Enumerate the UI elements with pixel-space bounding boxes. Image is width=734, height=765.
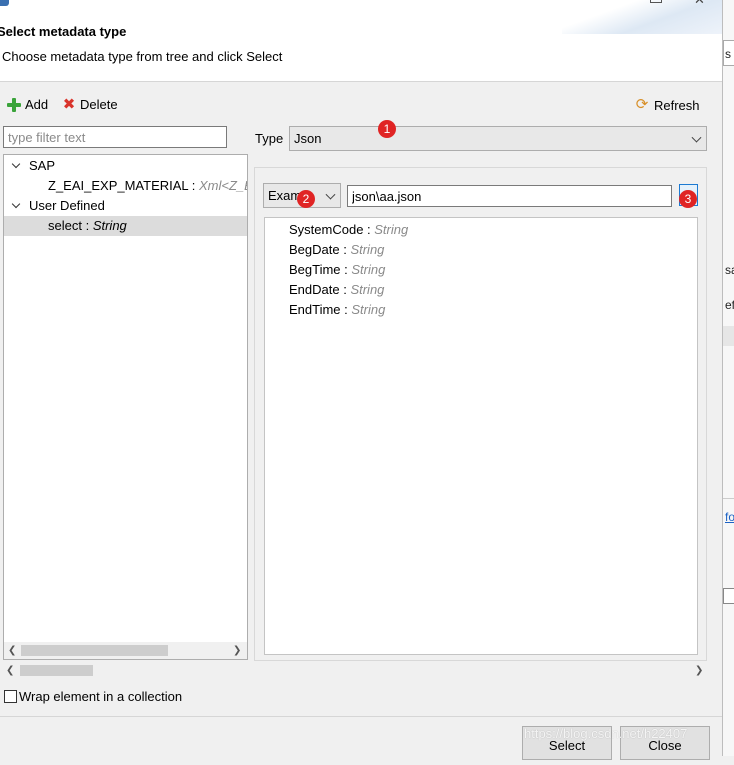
background-text: s [725,47,731,61]
tree-group-sap[interactable]: SAP [4,156,247,176]
tree-item-name: Z_EAI_EXP_MATERIAL [48,178,189,193]
tree-horizontal-scrollbar[interactable]: ❮ ❯ [4,642,247,659]
dialog-subtitle: Choose metadata type from tree and click… [2,49,283,64]
tree-group-label: SAP [29,158,56,173]
property-separator: : [340,302,352,317]
wrap-collection-checkbox[interactable] [4,690,17,703]
scroll-thumb[interactable] [20,665,93,676]
background-text: sa [725,263,734,277]
delete-icon: ✖ [62,95,76,113]
chevron-down-icon [325,189,336,200]
scroll-right-icon[interactable]: ❯ [695,665,703,676]
property-type: String [374,222,409,237]
main-horizontal-scrollbar[interactable]: ❮ ❯ [3,662,707,679]
property-separator: : [340,262,352,277]
chevron-down-icon [11,199,21,209]
property-type: String [350,282,385,297]
scroll-right-icon[interactable]: ❯ [233,645,241,656]
chevron-down-icon [11,159,21,169]
background-link: fo [725,510,734,524]
annotation-badge: 1 [378,120,396,138]
dialog-title: Select metadata type [0,24,127,39]
minimize-icon[interactable] [650,0,662,3]
tree-item-select[interactable]: select : String [4,216,247,236]
watermark: https://blog.csdn.net/h22407 [524,726,688,741]
refresh-button-label: Refresh [654,97,700,113]
type-dropdown[interactable]: Json [289,126,707,151]
property-separator: : [339,282,351,297]
add-button[interactable]: Add [7,97,48,112]
annotation-badge: 2 [297,190,315,208]
tree-item-separator: : [188,178,200,193]
tree-item-type: Xml<Z_EAI_ [199,178,247,193]
property-row[interactable]: EndDate : String [289,280,384,300]
background-window: s sa efe fo [722,0,734,756]
filter-input[interactable] [3,126,227,148]
property-row[interactable]: BegTime : String [289,260,385,280]
delete-button-label: Delete [80,97,118,112]
property-name: BegTime [289,262,341,277]
metadata-tree[interactable]: SAP Z_EAI_EXP_MATERIAL : Xml<Z_EAI_ User… [3,154,248,660]
property-name: EndDate [289,282,340,297]
refresh-icon: ⟳ [635,96,649,113]
scroll-thumb[interactable] [21,645,168,656]
property-name: BegDate [289,242,340,257]
annotation-badge: 3 [679,190,697,208]
scroll-left-icon[interactable]: ❮ [6,665,14,676]
dialog-header: ✕ Select metadata type Choose metadata t… [0,0,722,82]
delete-button[interactable]: ✖ Delete [62,95,118,113]
property-separator: : [363,222,375,237]
tree-group-label: User Defined [29,198,105,213]
tree-item-separator: : [81,218,93,233]
property-row[interactable]: SystemCode : String [289,220,408,240]
tree-item-name: select [48,218,82,233]
tree-group-user-defined[interactable]: User Defined [4,196,247,216]
source-path-input[interactable] [347,185,672,207]
background-text: efe [725,298,734,312]
chevron-down-icon [691,132,702,143]
type-label: Type [255,131,284,146]
property-name: EndTime [289,302,341,317]
wrap-collection-label[interactable]: Wrap element in a collection [19,689,182,704]
add-button-label: Add [25,97,49,112]
close-window-icon[interactable]: ✕ [694,0,705,8]
property-type: String [350,242,385,257]
property-row[interactable]: EndTime : String [289,300,385,320]
property-row[interactable]: BegDate : String [289,240,384,260]
app-icon [0,0,9,6]
property-separator: : [339,242,351,257]
type-dropdown-value: Json [294,131,322,146]
property-type: String [351,262,386,277]
tree-item-type: String [92,218,127,233]
property-type: String [351,302,386,317]
tree-item-z-eai-exp-material[interactable]: Z_EAI_EXP_MATERIAL : Xml<Z_EAI_ [4,176,247,196]
properties-list[interactable]: SystemCode : String BegDate : String Beg… [264,217,698,655]
refresh-button[interactable]: ⟳ Refresh [634,97,700,113]
plus-icon [7,97,21,112]
property-name: SystemCode [289,222,364,237]
scroll-left-icon[interactable]: ❮ [8,645,16,656]
